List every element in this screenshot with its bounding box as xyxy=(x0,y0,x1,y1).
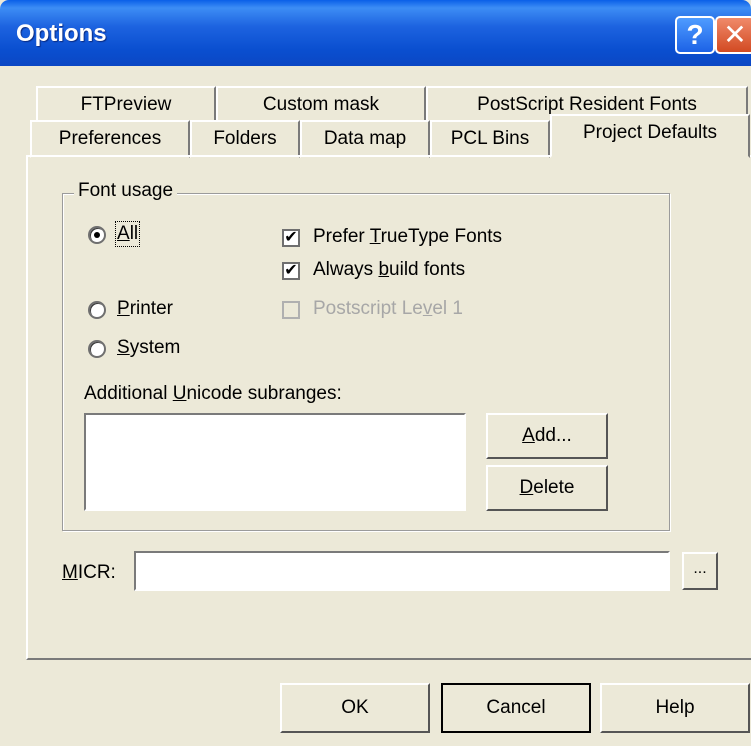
tab-project-defaults[interactable]: Project Defaults xyxy=(550,114,750,158)
tab-data-map[interactable]: Data map xyxy=(300,120,430,158)
prefer-truetype-checkbox[interactable]: ✔ xyxy=(282,229,300,247)
unicode-subranges-list[interactable] xyxy=(84,413,466,511)
tab-preferences[interactable]: Preferences xyxy=(30,120,190,158)
font-usage-label: Font usage xyxy=(74,180,178,202)
close-button[interactable]: ✕ xyxy=(715,16,751,54)
cancel-button[interactable]: Cancel xyxy=(441,683,591,733)
radio-system[interactable] xyxy=(88,340,106,358)
micr-browse-button[interactable]: ... xyxy=(682,552,718,590)
title-bar[interactable]: Options ? ✕ xyxy=(0,0,751,66)
prefer-truetype-label[interactable]: Prefer TrueType Fonts xyxy=(313,226,502,248)
radio-system-label[interactable]: System xyxy=(117,337,180,359)
tab-ftpreview[interactable]: FTPreview xyxy=(36,86,216,124)
always-build-fonts-label[interactable]: Always build fonts xyxy=(313,259,465,281)
tab-pcl-bins[interactable]: PCL Bins xyxy=(430,120,550,158)
micr-input[interactable] xyxy=(134,551,670,591)
window-title: Options xyxy=(16,20,107,47)
radio-all-label[interactable]: All xyxy=(114,221,141,247)
tab-folders[interactable]: Folders xyxy=(190,120,300,158)
radio-printer-label[interactable]: Printer xyxy=(117,298,173,320)
options-dialog: Options ? ✕ FTPreview Custom mask PostSc… xyxy=(0,0,751,746)
tab-custom-mask[interactable]: Custom mask xyxy=(216,86,426,124)
postscript-level1-label: Postscript Level 1 xyxy=(313,298,463,319)
micr-label: MICR: xyxy=(62,562,116,583)
postscript-level1-checkbox[interactable] xyxy=(282,301,300,319)
help-button[interactable]: Help xyxy=(600,683,750,733)
radio-all[interactable] xyxy=(88,226,106,244)
unicode-subranges-label: Additional Unicode subranges: xyxy=(84,383,342,404)
add-button[interactable]: Add... xyxy=(486,413,608,459)
help-question-button[interactable]: ? xyxy=(675,16,715,54)
delete-button[interactable]: Delete xyxy=(486,465,608,511)
ok-button[interactable]: OK xyxy=(280,683,430,733)
radio-printer[interactable] xyxy=(88,301,106,319)
always-build-fonts-checkbox[interactable]: ✔ xyxy=(282,262,300,280)
radio-dot-icon xyxy=(94,232,100,238)
